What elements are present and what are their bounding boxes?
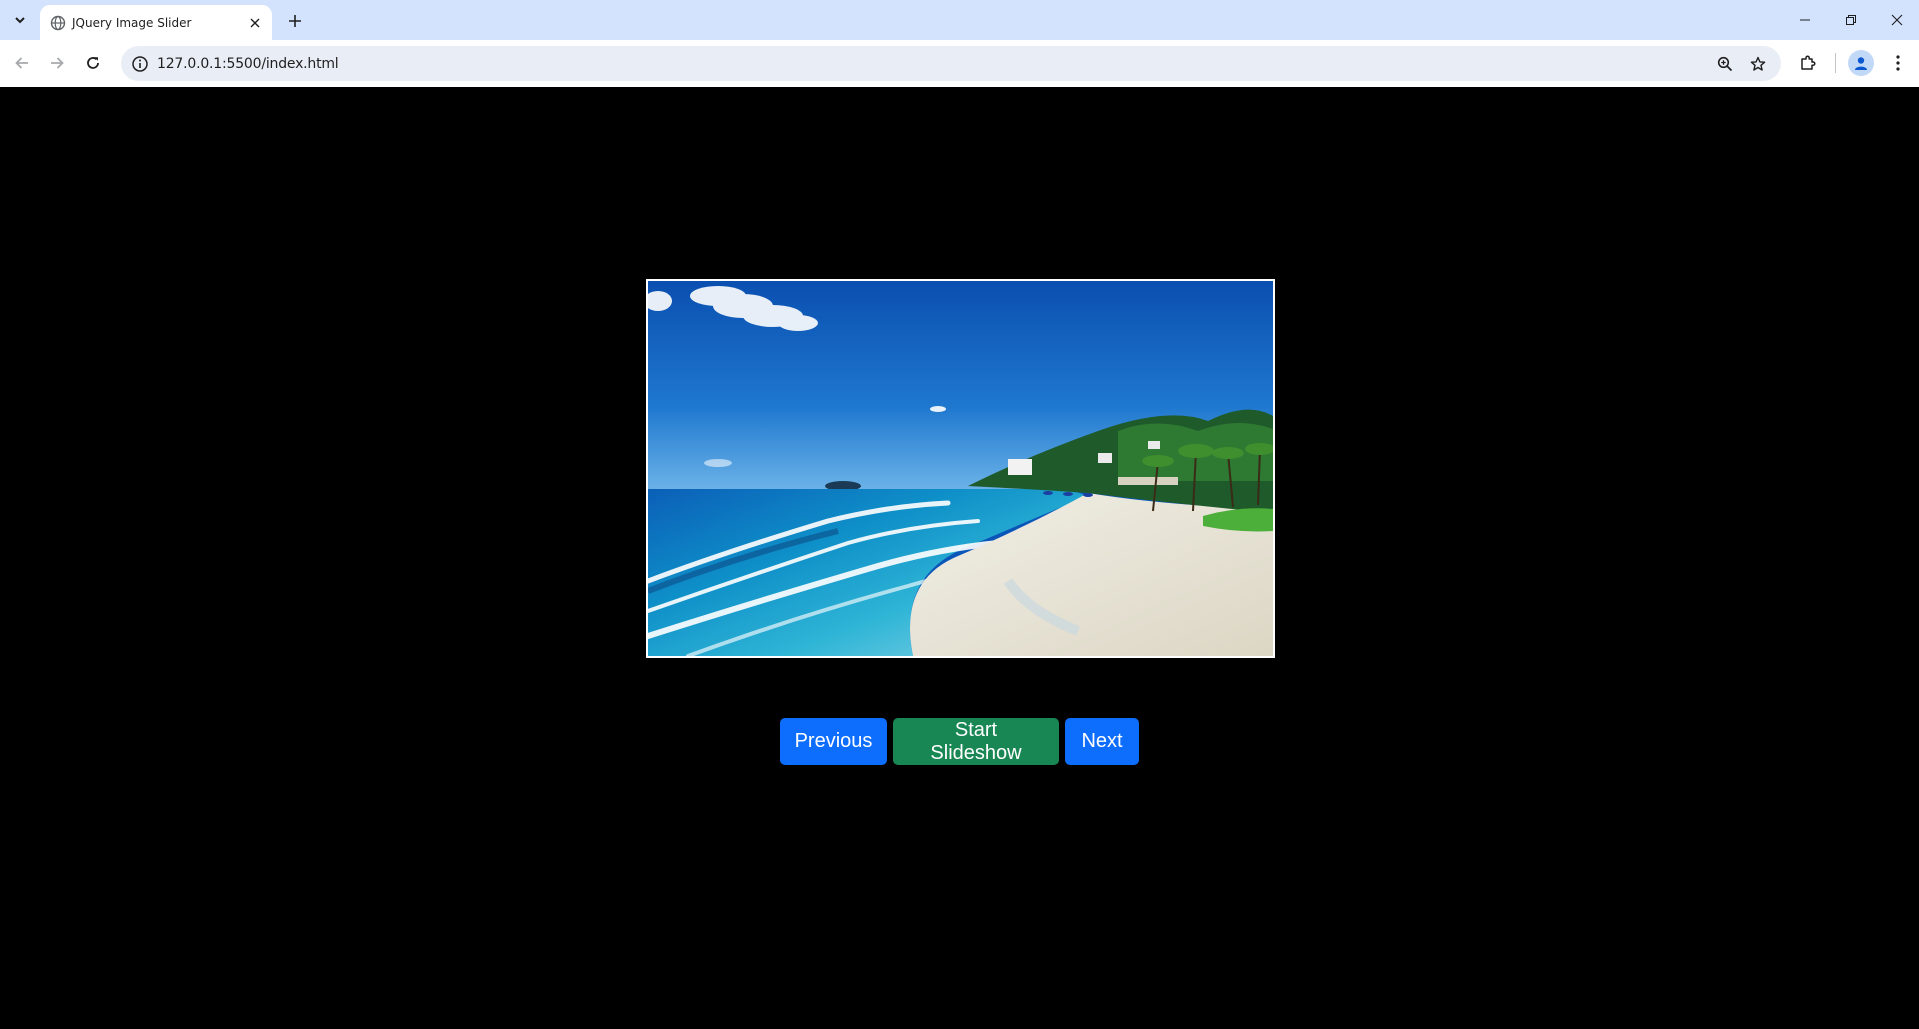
address-bar[interactable]: 127.0.0.1:5500/index.html [121,46,1781,81]
slider-image [646,279,1275,658]
zoom-button[interactable] [1714,53,1736,75]
menu-button[interactable] [1885,50,1911,76]
arrow-left-icon [15,57,28,69]
minimize-button[interactable] [1782,4,1828,36]
minimize-icon [1800,19,1810,21]
arrow-right-icon [51,57,64,69]
page-viewport: Previous Start Slideshow Next [0,87,1919,1029]
next-button[interactable]: Next [1065,718,1139,765]
tab-close-button[interactable] [246,14,264,32]
reload-button[interactable] [79,49,107,77]
tab-active[interactable]: JQuery Image Slider [40,5,272,40]
extensions-button[interactable] [1795,50,1821,76]
chevron-down-icon [15,17,25,24]
info-icon [132,56,148,72]
restore-icon [1846,15,1856,25]
start-slideshow-button[interactable]: Start Slideshow [893,718,1059,765]
toolbar-separator [1835,53,1836,73]
browser-toolbar: 127.0.0.1:5500/index.html [0,40,1919,87]
tab-title: JQuery Image Slider [72,16,192,30]
browser-chrome: JQuery Image Slider 127.0.0.1:5500/index… [0,0,1919,87]
reload-icon [87,57,99,69]
previous-button[interactable]: Previous [780,718,887,765]
beach-image [648,281,1273,656]
close-icon [250,18,260,28]
kebab-menu-icon [1896,55,1900,71]
forward-button[interactable] [43,49,71,77]
zoom-icon [1717,56,1733,72]
close-icon [1891,14,1903,26]
slider-controls: Previous Start Slideshow Next [780,718,1139,765]
tab-list-button[interactable] [8,8,32,32]
profile-button[interactable] [1848,50,1874,76]
plus-icon [289,15,301,27]
url-text: 127.0.0.1:5500/index.html [157,56,339,72]
tab-strip: JQuery Image Slider [0,0,1919,40]
bookmark-button[interactable] [1747,53,1769,75]
back-button[interactable] [8,49,36,77]
star-icon [1750,56,1766,71]
globe-icon [50,15,66,31]
new-tab-button[interactable] [282,8,308,34]
person-icon [1855,57,1867,70]
restore-button[interactable] [1828,4,1874,36]
window-close-button[interactable] [1874,4,1919,36]
puzzle-icon [1801,55,1816,70]
